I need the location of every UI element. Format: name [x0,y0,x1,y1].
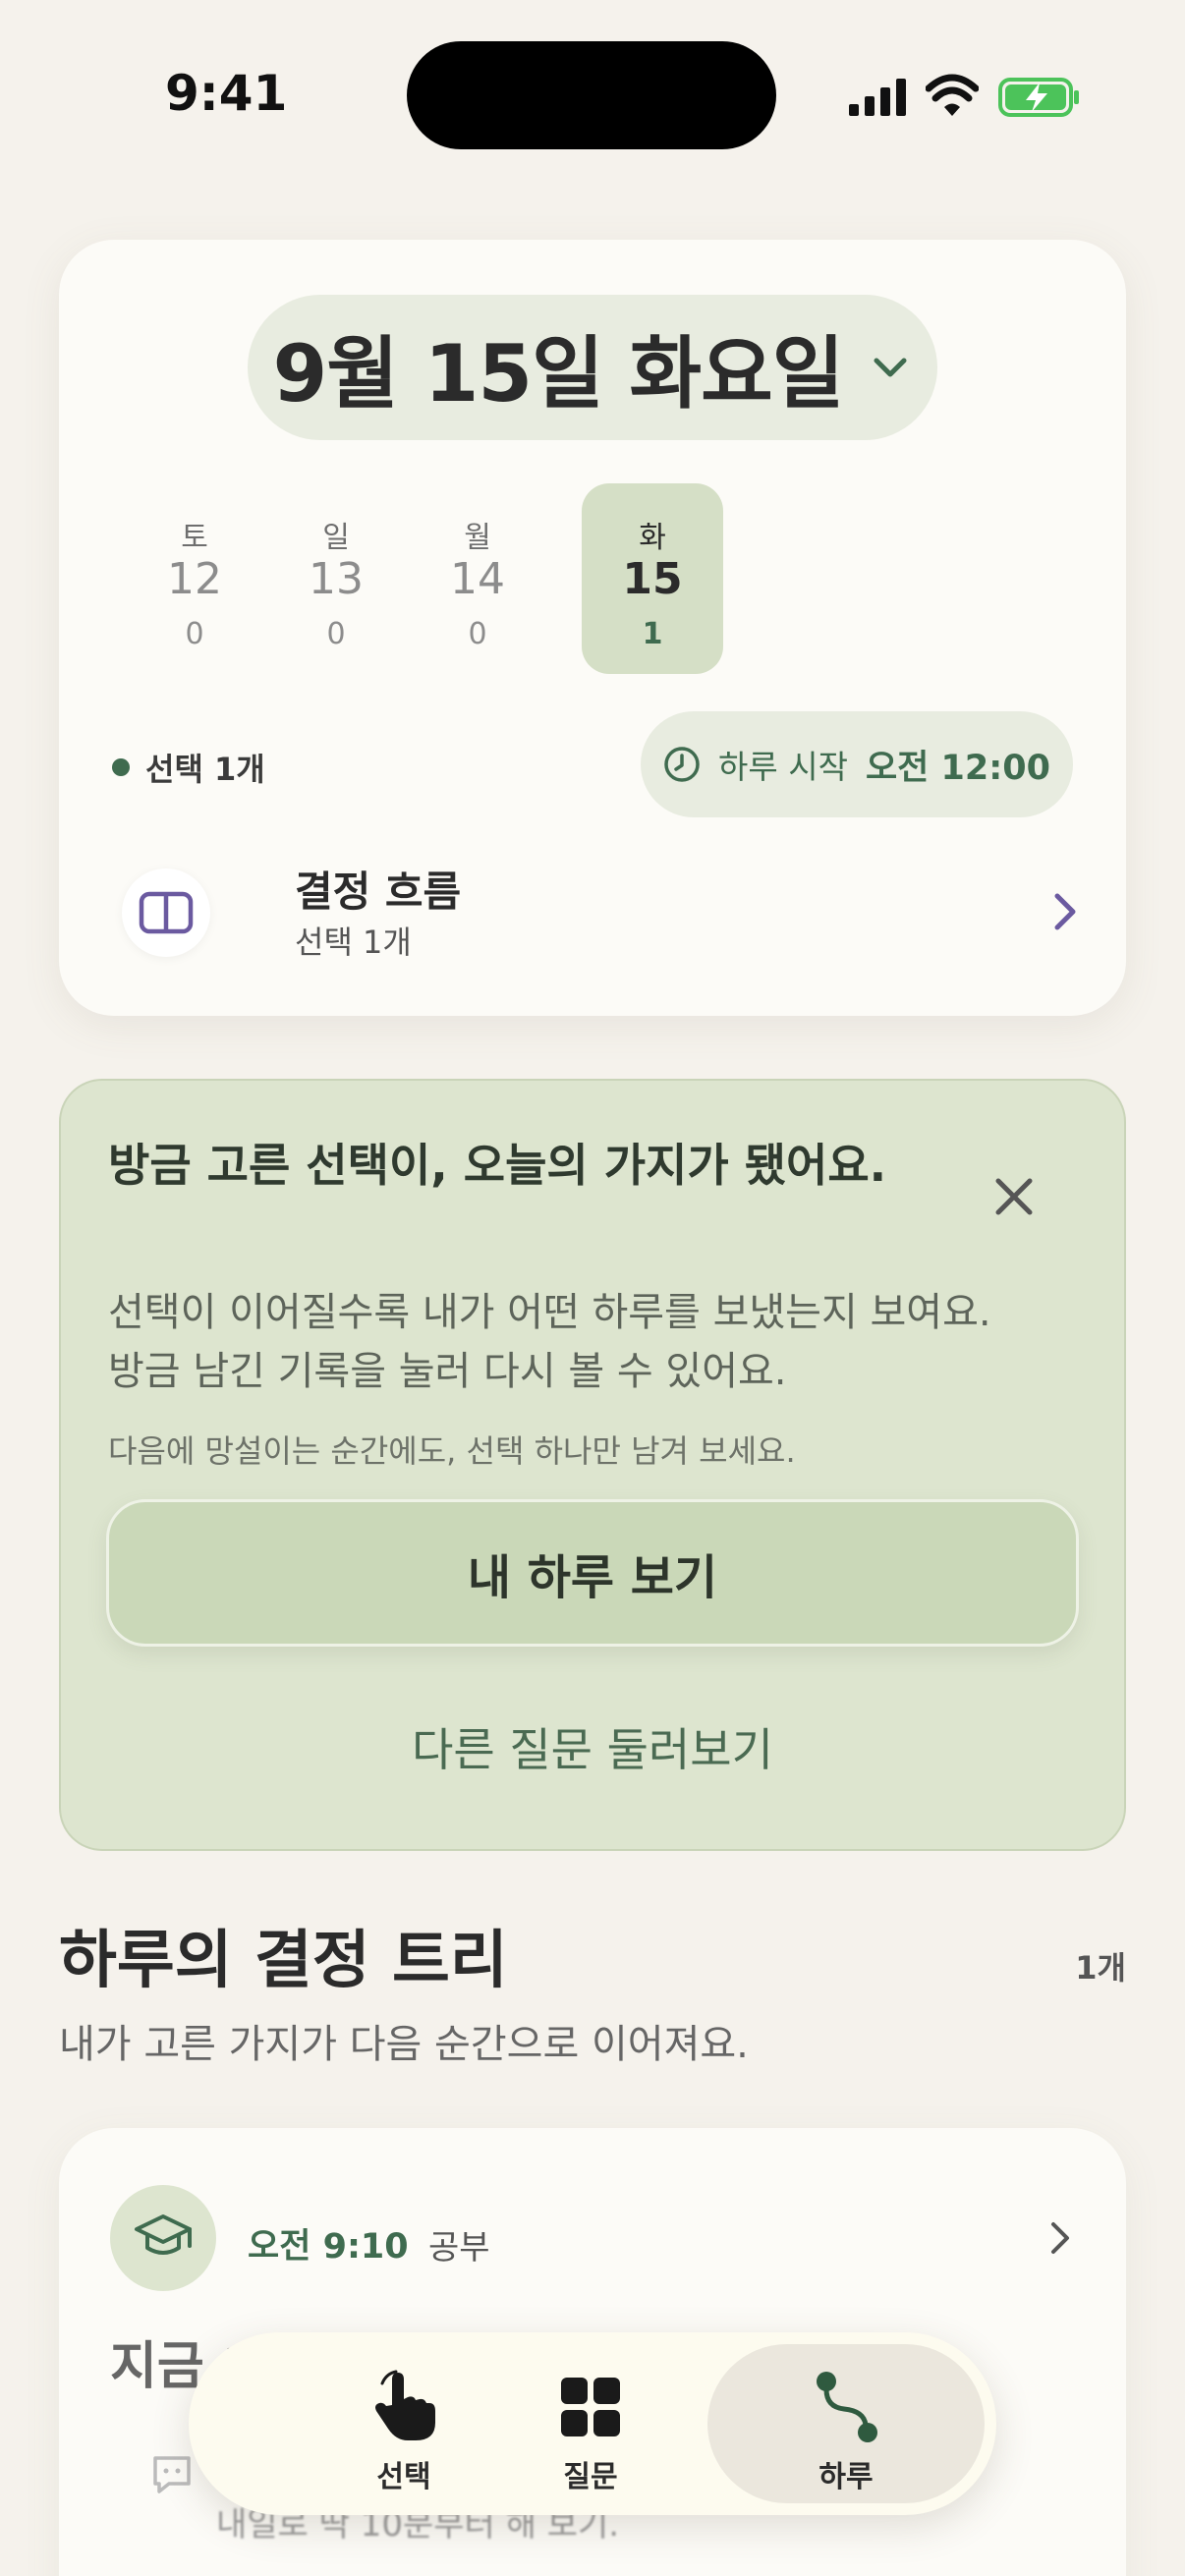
tab-day-active[interactable]: 하루 [707,2344,985,2503]
notice-body-line: 방금 남긴 기록을 눌러 다시 볼 수 있어요. [108,1349,787,1394]
tab-questions[interactable]: 질문 [468,2344,713,2503]
day-name: 화 [639,521,666,555]
date-title: 9월 15일 화요일 [272,328,845,420]
flow-title: 결정 흐름 [295,868,462,916]
tab-label: 질문 [563,2460,618,2494]
notice-card: 방금 고른 선택이, 오늘의 가지가 됐어요. 선택이 이어질수록 내가 어떤 … [59,1079,1126,1851]
view-my-day-button[interactable]: 내 하루 보기 [106,1499,1079,1647]
flow-icon-container [122,868,210,957]
status-dot [112,758,130,776]
notice-title: 방금 고른 선택이, 오늘의 가지가 됐어요. [108,1139,887,1192]
status-bar: 9:41 [0,0,1185,187]
battery-charging-icon [998,78,1079,117]
day-number: 15 [622,554,683,604]
day-number: 13 [309,554,364,604]
speech-bubble-icon [153,2456,191,2493]
day-choice-count: 1 [642,617,663,651]
close-icon[interactable] [985,1167,1044,1226]
week-strip: 토 12 0 일 13 0 월 14 0 화 15 1 [124,483,723,674]
wifi-icon [926,74,979,116]
day-number: 14 [450,554,505,604]
day-start-time: 오전 12:00 [865,748,1050,788]
chevron-right-icon [1051,2222,1069,2254]
entry-time: 오전 9:10 [248,2227,409,2267]
day-monday[interactable]: 월 14 0 [407,483,548,674]
section-subtitle: 내가 고른 가지가 다음 순간으로 이어져요. [59,2022,749,2067]
day-tuesday-selected[interactable]: 화 15 1 [582,483,723,674]
clock-icon [664,747,700,782]
day-name: 일 [322,521,350,555]
chevron-right-icon [1054,893,1076,930]
date-picker-button[interactable]: 9월 15일 화요일 [248,295,937,440]
day-name: 토 [181,521,208,555]
day-start-button[interactable]: 하루 시작 오전 12:00 [641,711,1073,817]
day-start-label: 하루 시작 [718,748,848,786]
dynamic-island [407,41,776,149]
cellular-signal-icon [849,79,906,116]
hand-pointer-icon [375,2370,435,2440]
notice-body: 선택이 이어질수록 내가 어떤 하루를 보냈는지 보여요. 방금 남긴 기록을 … [108,1283,991,1401]
notice-body-line: 선택이 이어질수록 내가 어떤 하루를 보냈는지 보여요. [108,1290,991,1335]
tab-bar: 선택 질문 하루 [189,2332,996,2515]
date-card: 9월 15일 화요일 토 12 0 일 13 0 월 14 0 화 15 1 선… [59,240,1126,1016]
status-time: 9:41 [165,65,288,122]
entry-icon-container [110,2185,216,2291]
graduation-cap-icon [135,2214,192,2255]
selection-count: 선택 1개 [112,745,265,790]
day-choice-count: 0 [468,617,487,651]
grid-icon [561,2378,620,2436]
day-name: 월 [464,521,491,555]
day-choice-count: 0 [326,617,346,651]
day-choice-count: 0 [185,617,204,651]
decision-flow-row[interactable]: 결정 흐름 선택 1개 [122,849,1085,977]
section-title: 하루의 결정 트리 [59,1925,508,1997]
split-view-icon [139,891,194,934]
section-count: 1개 [1075,1949,1126,1987]
day-saturday[interactable]: 토 12 0 [124,483,265,674]
tab-label: 하루 [818,2460,874,2494]
notice-hint: 다음에 망설이는 순간에도, 선택 하나만 남겨 보세요. [108,1432,796,1470]
path-icon [817,2372,877,2442]
browse-other-questions-link[interactable]: 다른 질문 둘러보기 [106,1698,1079,1796]
chevron-down-icon [874,358,907,377]
selection-count-label: 선택 1개 [145,751,265,788]
day-sunday[interactable]: 일 13 0 [265,483,407,674]
flow-subtitle: 선택 1개 [295,924,412,961]
day-number: 12 [167,554,222,604]
entry-category: 공부 [428,2228,490,2268]
